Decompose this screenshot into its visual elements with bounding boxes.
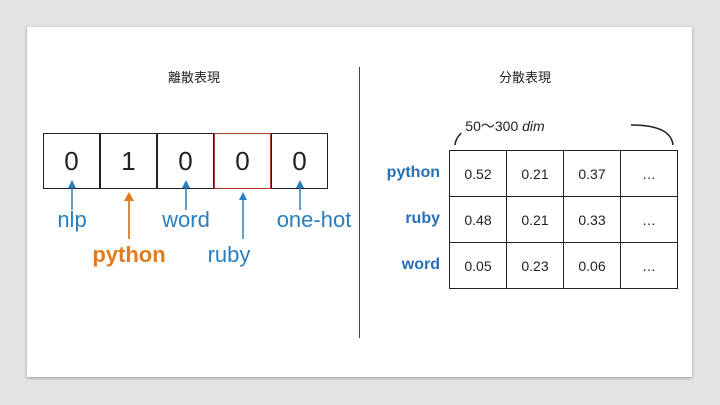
matrix-cell: 0.23 bbox=[506, 242, 564, 289]
matrix-cell: … bbox=[620, 150, 678, 197]
matrix-row: 0.48 0.21 0.33 … bbox=[449, 196, 678, 243]
dimension-label: 50〜300 dim bbox=[461, 116, 549, 136]
matrix-cell: 0.21 bbox=[506, 196, 564, 243]
matrix-cell: … bbox=[620, 242, 678, 289]
arrow-one-hot bbox=[296, 180, 304, 210]
arrow-word bbox=[182, 180, 190, 210]
row-label-ruby: ruby bbox=[405, 210, 440, 227]
row-label-python: python bbox=[386, 164, 440, 181]
matrix-row: 0.52 0.21 0.37 … bbox=[449, 150, 678, 197]
arrow-ruby bbox=[239, 192, 247, 239]
arrow-python bbox=[124, 192, 134, 239]
matrix-cell: … bbox=[620, 196, 678, 243]
word-nlp: nlp bbox=[57, 207, 87, 232]
vector-cell-highlighted: 0 bbox=[214, 133, 271, 189]
slide: 離散表現 分散表現 0 1 0 0 0 nlp python word ruby… bbox=[27, 27, 692, 377]
row-label-word: word bbox=[401, 256, 440, 273]
word-ruby: ruby bbox=[207, 242, 251, 267]
matrix-cell: 0.06 bbox=[563, 242, 621, 289]
word-one-hot: one-hot bbox=[276, 207, 352, 232]
word-word: word bbox=[162, 207, 210, 232]
matrix-cell: 0.37 bbox=[563, 150, 621, 197]
matrix-cell: 0.21 bbox=[506, 150, 564, 197]
word-python: python bbox=[92, 242, 166, 267]
embedding-matrix: 0.52 0.21 0.37 … 0.48 0.21 0.33 … 0.05 0… bbox=[449, 150, 678, 289]
matrix-cell: 0.52 bbox=[449, 150, 507, 197]
matrix-row: 0.05 0.23 0.06 … bbox=[449, 242, 678, 289]
arrow-nlp bbox=[68, 180, 76, 210]
matrix-cell: 0.33 bbox=[563, 196, 621, 243]
matrix-cell: 0.48 bbox=[449, 196, 507, 243]
dimension-label-dim: dim bbox=[522, 118, 545, 134]
matrix-cell: 0.05 bbox=[449, 242, 507, 289]
